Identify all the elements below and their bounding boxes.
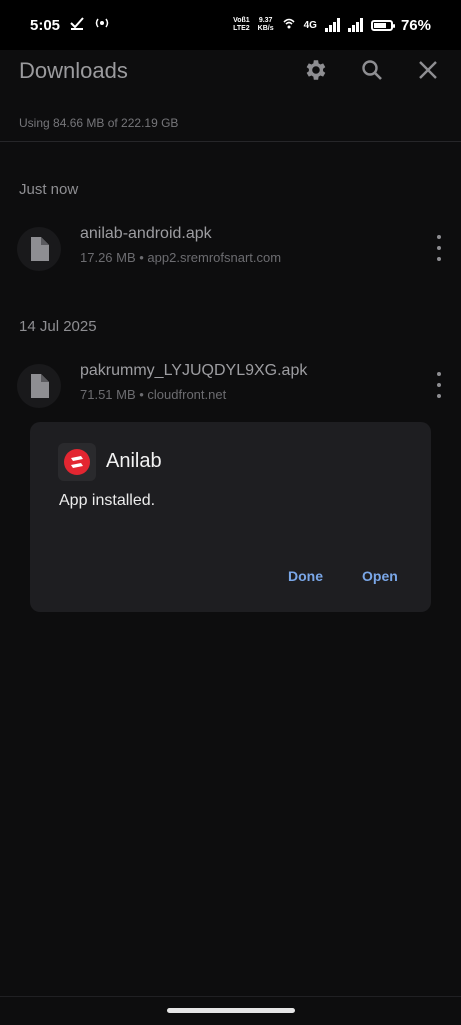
hotspot-icon — [94, 16, 110, 34]
file-meta: 17.26 MB • app2.sremrofsnart.com — [80, 250, 282, 265]
section-header: Just now — [19, 181, 79, 198]
file-name: pakrummy_LYJUQDYL9XG.apk — [80, 362, 308, 379]
app-bar: Downloads — [0, 50, 461, 94]
done-button[interactable]: Done — [288, 568, 323, 584]
home-gesture-handle[interactable] — [167, 1008, 295, 1013]
list-item[interactable]: pakrummy_LYJUQDYL9XG.apk 71.51 MB • clou… — [0, 356, 461, 416]
signal-icon — [324, 18, 340, 32]
more-options-icon[interactable] — [435, 235, 443, 261]
file-icon — [17, 364, 61, 408]
more-options-icon[interactable] — [435, 372, 443, 398]
navigation-bar — [0, 996, 461, 1025]
section-header: 14 Jul 2025 — [19, 318, 97, 335]
battery-icon — [370, 19, 395, 31]
dialog-message: App installed. — [59, 492, 156, 509]
status-left: 5:05 — [30, 16, 110, 34]
battery-percent: 76% — [400, 16, 431, 34]
list-item[interactable]: anilab-android.apk 17.26 MB • app2.sremr… — [0, 219, 461, 279]
app-name: Anilab — [106, 450, 162, 472]
status-bar: 5:05 Voß1 LTE2 9.37 KB/s 4G 76% — [0, 0, 461, 50]
file-meta: 71.51 MB • cloudfront.net — [80, 387, 227, 402]
close-icon[interactable] — [414, 56, 442, 84]
app-logo-icon — [58, 443, 96, 481]
page-title: Downloads — [19, 58, 128, 83]
wifi-calling-icon — [282, 16, 296, 34]
file-name: anilab-android.apk — [80, 225, 212, 242]
storage-usage: Using 84.66 MB of 222.19 GB — [19, 116, 179, 130]
volte-indicator: Voß1 LTE2 — [233, 17, 250, 32]
divider — [0, 141, 461, 142]
network-type: 4G — [303, 19, 317, 31]
app-installed-dialog: Anilab App installed. Done Open — [30, 422, 431, 612]
file-icon — [17, 227, 61, 271]
status-right: Voß1 LTE2 9.37 KB/s 4G 76% — [233, 16, 431, 34]
gear-icon[interactable] — [301, 56, 329, 84]
status-time: 5:05 — [30, 16, 61, 34]
search-icon[interactable] — [358, 56, 386, 84]
download-done-icon — [70, 16, 84, 34]
network-speed: 9.37 KB/s — [257, 17, 274, 32]
signal-icon-sim2 — [347, 18, 363, 32]
open-button[interactable]: Open — [362, 568, 398, 584]
